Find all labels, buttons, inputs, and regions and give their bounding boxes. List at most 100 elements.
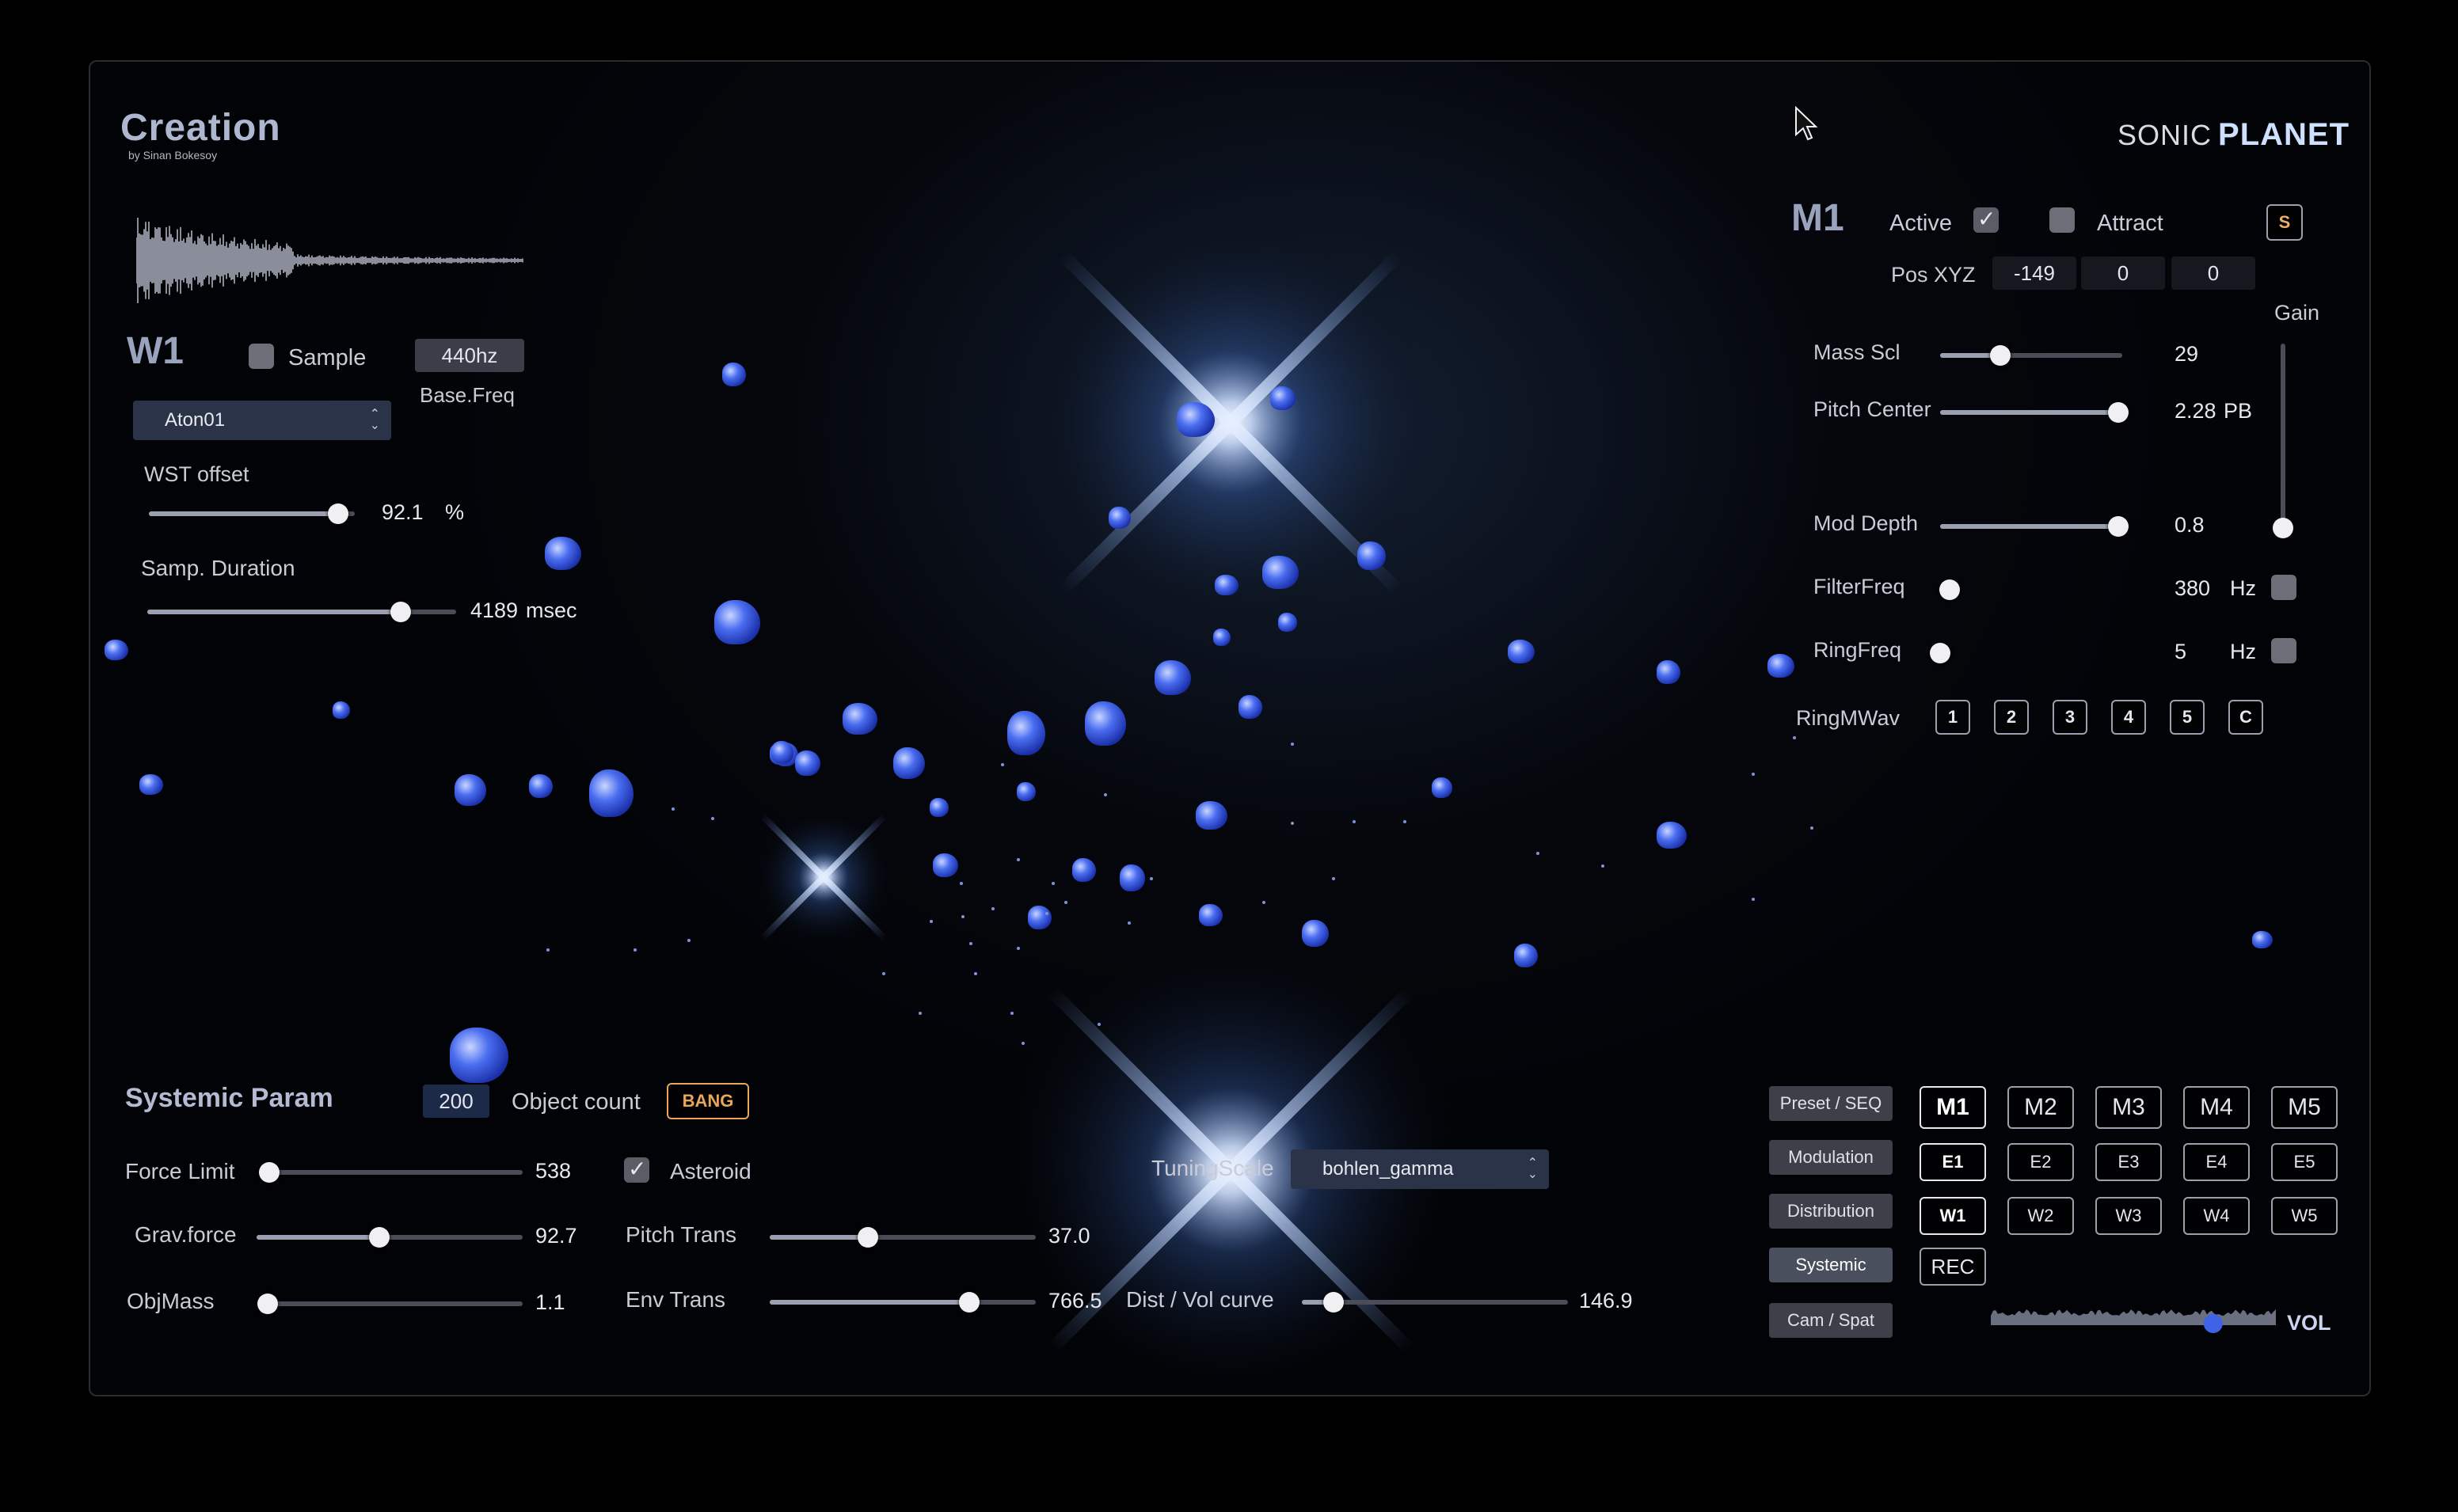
- nav-modulation[interactable]: Modulation: [1769, 1140, 1893, 1175]
- pos-z-field[interactable]: 0: [2171, 256, 2255, 290]
- slider-knob[interactable]: [257, 1294, 278, 1314]
- dist-vol-slider[interactable]: [1302, 1292, 1568, 1313]
- ring-wav-button-2[interactable]: 2: [1994, 700, 2029, 735]
- active-checkbox[interactable]: [1973, 206, 1999, 233]
- tab-m2[interactable]: M2: [2007, 1086, 2074, 1129]
- mass-scl-slider[interactable]: [1940, 345, 2122, 366]
- slider-knob[interactable]: [328, 503, 349, 524]
- nav-systemic[interactable]: Systemic: [1769, 1248, 1893, 1282]
- dist-vol-value: 146.9: [1579, 1289, 1633, 1313]
- asteroid: [1213, 629, 1231, 646]
- force-limit-label: Force Limit: [125, 1159, 235, 1183]
- tab-w4[interactable]: W4: [2183, 1197, 2250, 1235]
- bang-button[interactable]: BANG: [667, 1083, 749, 1119]
- tab-w5[interactable]: W5: [2271, 1197, 2338, 1235]
- tab-e1[interactable]: E1: [1920, 1143, 1986, 1181]
- ring-wav-button-4[interactable]: 4: [2111, 700, 2146, 735]
- star: [974, 972, 977, 975]
- slider-knob[interactable]: [1930, 643, 1950, 663]
- slider-fill: [770, 1235, 869, 1240]
- asteroid: [1199, 904, 1223, 926]
- tuning-scale-value: bohlen_gamma: [1322, 1158, 1454, 1180]
- samp-duration-unit: msec: [526, 598, 577, 622]
- slider-knob[interactable]: [390, 602, 411, 622]
- pos-y-field[interactable]: 0: [2081, 256, 2165, 290]
- tab-m5[interactable]: M5: [2271, 1086, 2338, 1129]
- tab-e5[interactable]: E5: [2271, 1143, 2338, 1181]
- tab-e3[interactable]: E3: [2095, 1143, 2162, 1181]
- waveform-display[interactable]: [135, 217, 532, 304]
- app-title: Creation: [120, 107, 281, 149]
- tab-e2[interactable]: E2: [2007, 1143, 2074, 1181]
- tab-w1[interactable]: W1: [1920, 1197, 1986, 1235]
- slider-knob[interactable]: [259, 1162, 280, 1183]
- tab-w3[interactable]: W3: [2095, 1197, 2162, 1235]
- tab-m4[interactable]: M4: [2183, 1086, 2250, 1129]
- gain-slider[interactable]: [2273, 344, 2293, 538]
- star: [1752, 898, 1755, 901]
- vol-knob[interactable]: [2203, 1314, 2223, 1333]
- ring-wav-button-c[interactable]: C: [2228, 700, 2263, 735]
- tab-m3[interactable]: M3: [2095, 1086, 2162, 1129]
- gain-knob[interactable]: [2273, 518, 2293, 538]
- ringfreq-label: RingFreq: [1813, 638, 1902, 662]
- slider-knob[interactable]: [1989, 345, 2011, 366]
- nav-preset-seq[interactable]: Preset / SEQ: [1769, 1086, 1893, 1121]
- star: [1291, 743, 1294, 746]
- asteroid-checkbox[interactable]: [624, 1156, 649, 1183]
- ring-wav-button-1[interactable]: 1: [1935, 700, 1970, 735]
- rec-button[interactable]: REC: [1920, 1248, 1986, 1286]
- mod-depth-value: 0.8: [2175, 513, 2205, 537]
- pitch-center-unit: PB: [2224, 399, 2253, 423]
- solo-button[interactable]: S: [2266, 204, 2303, 241]
- asteroid: [893, 747, 925, 779]
- pitch-center-slider[interactable]: [1940, 402, 2129, 423]
- star: [1045, 912, 1048, 915]
- samp-duration-slider[interactable]: [147, 602, 456, 622]
- object-count-field[interactable]: 200: [423, 1085, 489, 1118]
- star: [930, 920, 933, 923]
- grav-force-slider[interactable]: [257, 1227, 523, 1248]
- pos-xyz-label: Pos XYZ: [1891, 263, 1976, 287]
- asteroid: [722, 363, 746, 386]
- mod-depth-slider[interactable]: [1940, 516, 2129, 537]
- tuning-scale-select[interactable]: bohlen_gamma ⌃ ⌄: [1291, 1149, 1549, 1189]
- ring-wav-button-5[interactable]: 5: [2170, 700, 2205, 735]
- wst-offset-slider[interactable]: [149, 503, 355, 524]
- nav-cam-spat[interactable]: Cam / Spat: [1769, 1303, 1893, 1338]
- attract-checkbox[interactable]: [2049, 207, 2075, 233]
- vol-meter[interactable]: [1991, 1301, 2276, 1336]
- env-trans-slider[interactable]: [770, 1292, 1036, 1313]
- sample-checkbox[interactable]: [249, 344, 274, 369]
- tab-e4[interactable]: E4: [2183, 1143, 2250, 1181]
- ringfreq-slider[interactable]: [1930, 643, 2122, 663]
- force-limit-slider[interactable]: [259, 1162, 523, 1183]
- asteroid: [1508, 640, 1535, 663]
- mass-scl-value: 29: [2175, 342, 2199, 366]
- wavetable-preset-select[interactable]: Aton01 ⌃ ⌄: [133, 401, 391, 440]
- ring-wav-label: RingMWav: [1796, 706, 1901, 730]
- tab-m1[interactable]: M1: [1920, 1086, 1986, 1129]
- slider-fill: [147, 610, 401, 614]
- grav-force-label: Grav.force: [135, 1222, 237, 1247]
- star: [991, 907, 995, 910]
- star: [1128, 921, 1131, 925]
- obj-mass-slider[interactable]: [257, 1294, 523, 1314]
- asteroid: [139, 774, 163, 795]
- asteroid: [795, 750, 820, 776]
- filterfreq-slider[interactable]: [1939, 579, 2122, 600]
- nav-distribution[interactable]: Distribution: [1769, 1194, 1893, 1229]
- ringfreq-toggle[interactable]: [2271, 638, 2296, 663]
- filterfreq-toggle[interactable]: [2271, 575, 2296, 600]
- base-freq-field[interactable]: 440hz: [415, 339, 524, 372]
- pos-x-field[interactable]: -149: [1992, 256, 2076, 290]
- asteroid: [1085, 701, 1126, 746]
- pitch-trans-slider[interactable]: [770, 1227, 1036, 1248]
- slider-knob[interactable]: [1939, 579, 1960, 600]
- slider-knob[interactable]: [959, 1292, 980, 1313]
- obj-mass-label: ObjMass: [127, 1289, 215, 1313]
- ring-wav-button-3[interactable]: 3: [2053, 700, 2087, 735]
- object-count-label: Object count: [512, 1089, 641, 1115]
- slider-knob[interactable]: [368, 1227, 390, 1248]
- tab-w2[interactable]: W2: [2007, 1197, 2074, 1235]
